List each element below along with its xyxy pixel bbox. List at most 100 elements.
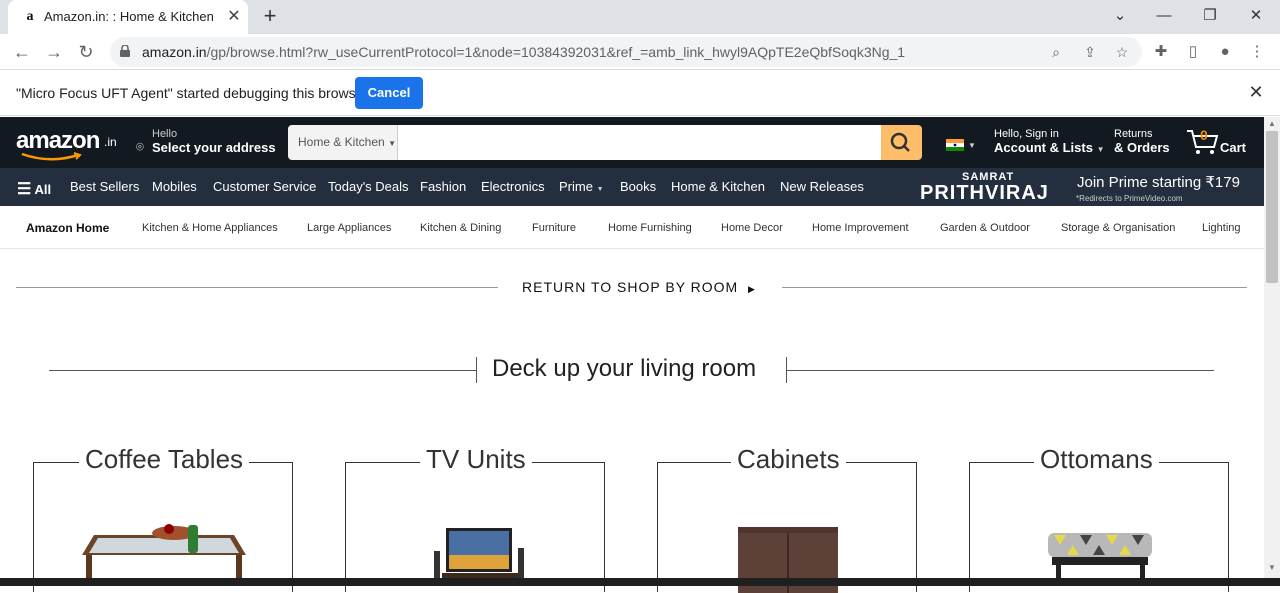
scroll-up-icon[interactable]: ▲	[1268, 119, 1276, 128]
minimize-icon[interactable]: —	[1152, 5, 1176, 27]
tab-search-icon[interactable]: ⌄	[1108, 5, 1132, 27]
browser-toolbar: ← → ↻ amazon.in/gp/browse.html?rw_useCur…	[0, 34, 1280, 70]
subnav-furniture[interactable]: Furniture	[532, 222, 576, 234]
subnav-kitchen-dining[interactable]: Kitchen & Dining	[420, 222, 501, 234]
address-bar[interactable]: amazon.in/gp/browse.html?rw_useCurrentPr…	[110, 37, 1142, 67]
ottoman-image	[1048, 533, 1152, 585]
extensions-icon[interactable]: ✚	[1150, 41, 1172, 63]
nav-mobiles[interactable]: Mobiles	[152, 179, 197, 194]
menu-kebab-icon[interactable]: ⋮	[1246, 41, 1268, 63]
nav-prime[interactable]: Prime ▼	[559, 179, 604, 194]
scrollbar-thumb[interactable]	[1266, 131, 1278, 283]
search-input[interactable]	[398, 125, 881, 160]
forward-icon[interactable]: →	[42, 40, 66, 64]
account-lists-link[interactable]: Account & Lists ▼	[994, 140, 1105, 155]
subnav-lighting[interactable]: Lighting	[1202, 222, 1241, 234]
amazon-smile-icon	[21, 152, 82, 161]
nav-todays-deals[interactable]: Today's Deals	[328, 179, 409, 194]
card-ottomans[interactable]	[969, 462, 1229, 592]
select-address-link[interactable]: Select your address	[152, 140, 276, 155]
zoom-icon[interactable]: ⌕	[1046, 42, 1066, 62]
card-title-tv-units[interactable]: TV Units	[420, 444, 532, 475]
browser-tab[interactable]: a Amazon.in: : Home & Kitchen ✕	[8, 0, 248, 34]
return-to-shop-by-room-link[interactable]: RETURN TO SHOP BY ROOM ▶	[522, 279, 756, 295]
side-panel-icon[interactable]: ▯	[1182, 41, 1204, 63]
prime-caret-icon: ▼	[596, 186, 604, 193]
card-title-ottomans[interactable]: Ottomans	[1034, 444, 1159, 475]
nav-fashion[interactable]: Fashion	[420, 179, 466, 194]
infobar-close-icon[interactable]: ✕	[1246, 82, 1266, 102]
page-scrollbar[interactable]: ▲ ▼	[1264, 117, 1280, 578]
nav-prime-label: Prime	[559, 179, 593, 194]
title-bracket-left	[476, 357, 477, 383]
returns-orders-link[interactable]: & Orders	[1114, 140, 1170, 155]
reload-icon[interactable]: ↻	[74, 40, 98, 64]
share-icon[interactable]: ⇪	[1080, 42, 1100, 62]
subnav-home-furnishing[interactable]: Home Furnishing	[608, 222, 692, 234]
hello-label: Hello	[152, 128, 178, 140]
subnav-large-appliances[interactable]: Large Appliances	[307, 222, 391, 234]
card-cabinets[interactable]	[657, 462, 917, 593]
card-tv-units[interactable]	[345, 462, 605, 592]
subnav-garden-outdoor[interactable]: Garden & Outdoor	[940, 222, 1030, 234]
card-title-cabinets[interactable]: Cabinets	[731, 444, 846, 475]
store-subnav: Amazon Home Kitchen & Home Appliances La…	[0, 206, 1264, 249]
nav-new-releases[interactable]: New Releases	[780, 179, 864, 194]
bookmark-star-icon[interactable]: ☆	[1112, 42, 1132, 62]
search-icon	[890, 132, 910, 152]
prime-video-promo[interactable]: SAMRAT PRITHVIRAJ Join Prime starting ₹1…	[910, 168, 1264, 206]
cart-count: 0	[1200, 127, 1208, 143]
subnav-amazon-home[interactable]: Amazon Home	[26, 221, 109, 235]
window-close-icon[interactable]: ✕	[1244, 5, 1268, 27]
tab-title: Amazon.in: : Home & Kitchen	[44, 9, 214, 24]
amazon-header: amazon .in ⌾ Hello Select your address H…	[0, 117, 1264, 168]
amazon-favicon-icon: a	[26, 9, 34, 24]
account-lists-label: Account & Lists	[994, 140, 1093, 155]
search-category-select[interactable]: Home & Kitchen ▼	[288, 125, 398, 160]
account-greeting: Hello, Sign in	[994, 128, 1059, 140]
subnav-storage-organisation[interactable]: Storage & Organisation	[1061, 222, 1175, 234]
card-coffee-tables[interactable]	[33, 462, 293, 592]
coffee-table-image	[82, 524, 246, 585]
nav-best-sellers[interactable]: Best Sellers	[70, 179, 139, 194]
nav-electronics[interactable]: Electronics	[481, 179, 545, 194]
os-taskbar	[0, 578, 1280, 586]
profile-avatar-icon[interactable]: ●	[1214, 41, 1236, 63]
caret-right-icon: ▶	[748, 284, 756, 294]
nav-books[interactable]: Books	[620, 179, 656, 194]
cancel-debugging-button[interactable]: Cancel	[355, 77, 423, 109]
divider-line	[16, 287, 498, 288]
url-text: amazon.in/gp/browse.html?rw_useCurrentPr…	[142, 44, 905, 60]
tv-unit-image	[434, 528, 524, 583]
new-tab-icon[interactable]: +	[258, 5, 282, 29]
search-category-label: Home & Kitchen	[298, 135, 385, 149]
chevron-down-icon: ▼	[388, 139, 396, 148]
subnav-home-decor[interactable]: Home Decor	[721, 222, 783, 234]
divider-line	[782, 287, 1247, 288]
nav-customer-service[interactable]: Customer Service	[213, 179, 316, 194]
cart-label[interactable]: Cart	[1220, 140, 1246, 155]
hamburger-icon: ☰	[17, 181, 32, 198]
lock-icon	[120, 45, 130, 57]
browser-tab-strip: a Amazon.in: : Home & Kitchen ✕ + ⌄ — ❐ …	[0, 0, 1280, 34]
back-icon[interactable]: ←	[10, 40, 34, 64]
url-path: /gp/browse.html?rw_useCurrentProtocol=1&…	[206, 44, 906, 60]
subnav-home-improvement[interactable]: Home Improvement	[812, 222, 909, 234]
india-flag-icon[interactable]	[946, 139, 964, 151]
scroll-down-icon[interactable]: ▼	[1268, 563, 1276, 572]
tab-close-icon[interactable]: ✕	[224, 7, 244, 27]
search-button[interactable]	[881, 125, 922, 160]
nav-home-kitchen[interactable]: Home & Kitchen	[671, 179, 765, 194]
language-caret-icon: ▼	[968, 141, 976, 150]
amazon-logo[interactable]: amazon	[16, 127, 100, 155]
infobar-message: "Micro Focus UFT Agent" started debuggin…	[16, 85, 369, 101]
restore-icon[interactable]: ❐	[1198, 5, 1222, 27]
returns-label: Returns	[1114, 128, 1153, 140]
promo-redirect-note: *Redirects to PrimeVideo.com	[1076, 194, 1183, 203]
logo-suffix: .in	[104, 135, 117, 149]
url-host: amazon.in	[142, 44, 207, 60]
card-title-coffee-tables[interactable]: Coffee Tables	[79, 444, 250, 475]
all-menu-button[interactable]: ☰ All	[17, 179, 51, 199]
subnav-kitchen-home-appliances[interactable]: Kitchen & Home Appliances	[142, 222, 278, 234]
promo-title: PRITHVIRAJ	[920, 182, 1049, 204]
